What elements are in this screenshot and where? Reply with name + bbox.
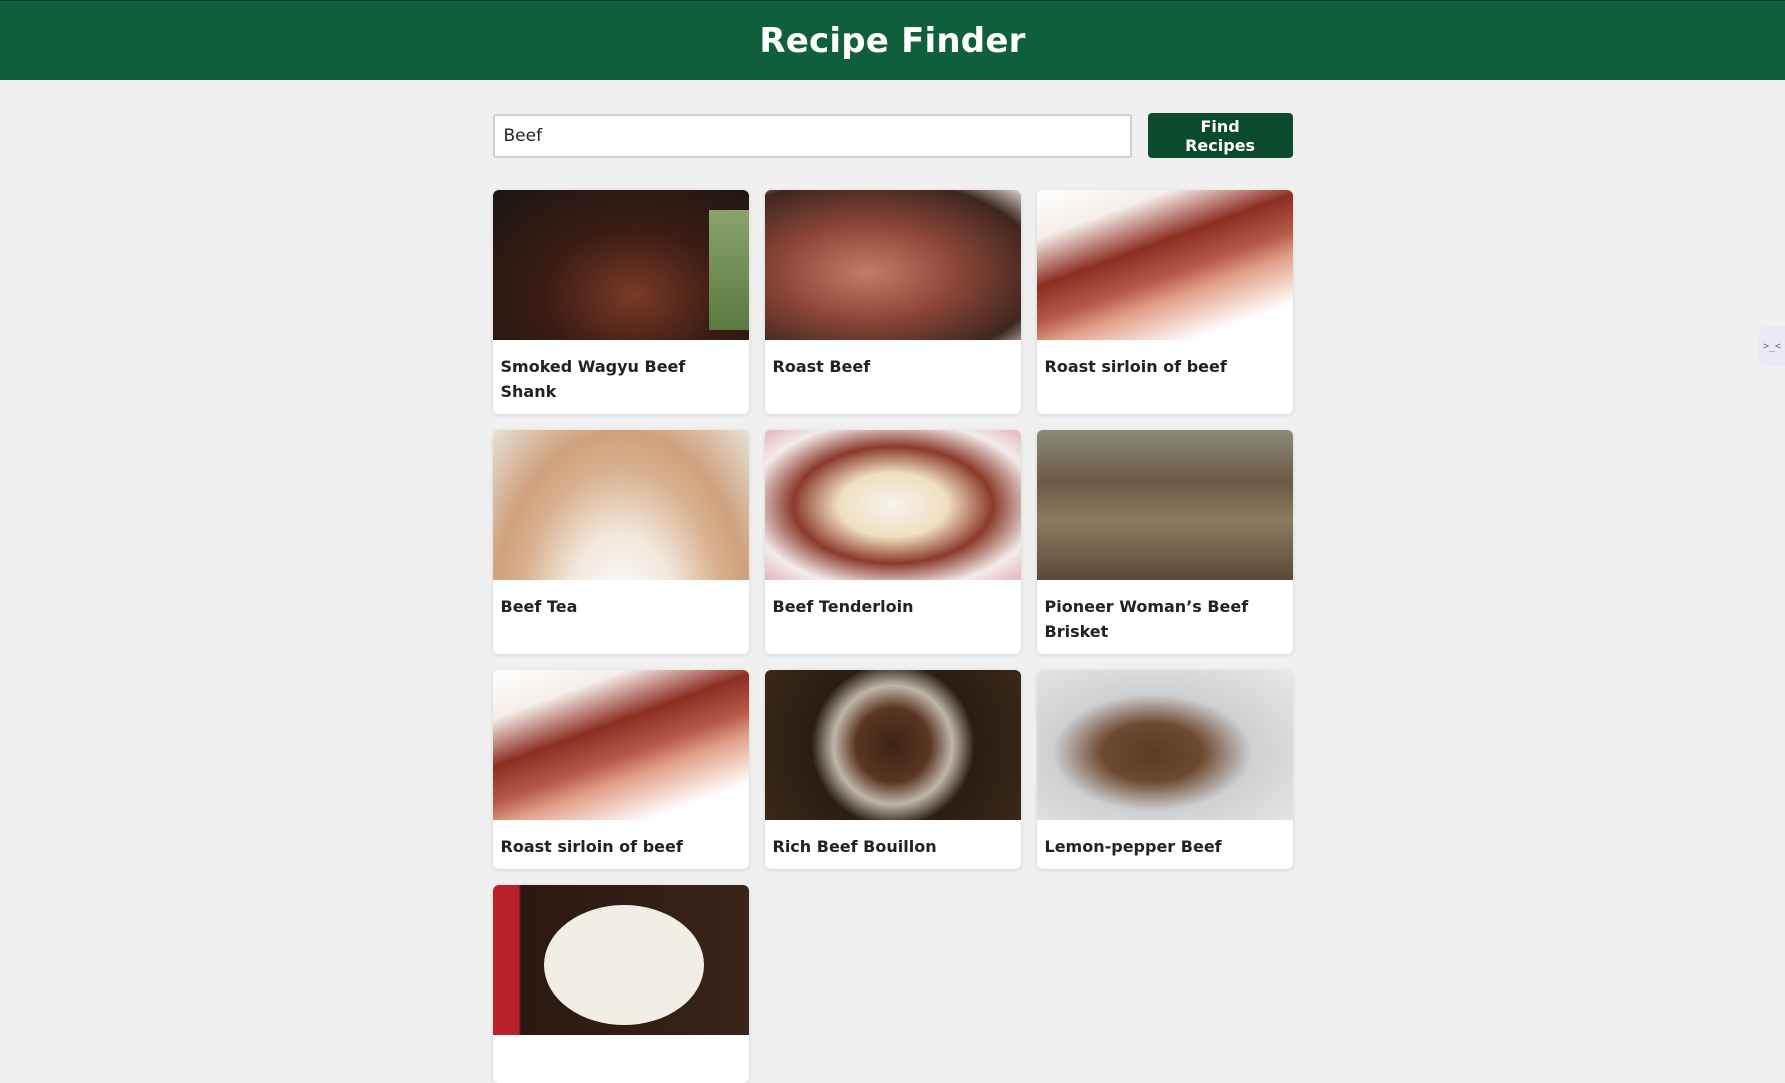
recipe-card[interactable]: Pioneer Woman’s Beef Brisket bbox=[1036, 430, 1293, 654]
recipe-card[interactable] bbox=[492, 885, 749, 1083]
recipe-image bbox=[1036, 430, 1293, 580]
recipe-card[interactable]: Roast sirloin of beef bbox=[492, 670, 749, 869]
extension-side-tab[interactable]: >_< bbox=[1759, 326, 1785, 366]
recipe-card[interactable]: Smoked Wagyu Beef Shank bbox=[492, 190, 749, 414]
recipe-image bbox=[492, 430, 749, 580]
recipe-title: Smoked Wagyu Beef Shank bbox=[500, 357, 686, 401]
recipe-title: Pioneer Woman’s Beef Brisket bbox=[1044, 597, 1249, 641]
recipe-title: Rich Beef Bouillon bbox=[772, 837, 937, 856]
extension-icon: >_< bbox=[1762, 340, 1782, 352]
recipe-card[interactable]: Roast sirloin of beef bbox=[1036, 190, 1293, 414]
recipe-image bbox=[492, 885, 749, 1035]
recipe-card[interactable]: Beef Tea bbox=[492, 430, 749, 654]
recipe-title: Roast Beef bbox=[772, 357, 871, 376]
recipe-card[interactable]: Rich Beef Bouillon bbox=[764, 670, 1021, 869]
recipe-image bbox=[492, 190, 749, 340]
recipe-image bbox=[1036, 670, 1293, 820]
page-title: Recipe Finder bbox=[759, 20, 1026, 61]
recipe-image bbox=[492, 670, 749, 820]
recipe-image bbox=[1036, 190, 1293, 340]
recipe-card[interactable]: Beef Tenderloin bbox=[764, 430, 1021, 654]
recipe-image bbox=[764, 430, 1021, 580]
main-content: Find Recipes Smoked Wagyu Beef Shank Roa… bbox=[492, 80, 1293, 1083]
recipe-title: Beef Tea bbox=[500, 597, 578, 616]
recipe-grid: Smoked Wagyu Beef Shank Roast Beef Roast… bbox=[492, 190, 1293, 1083]
search-input[interactable] bbox=[492, 113, 1132, 158]
recipe-title: Lemon-pepper Beef bbox=[1044, 837, 1222, 856]
recipe-image bbox=[764, 670, 1021, 820]
search-bar: Find Recipes bbox=[492, 113, 1293, 158]
recipe-title bbox=[493, 1035, 749, 1059]
recipe-title: Roast sirloin of beef bbox=[500, 837, 683, 856]
recipe-card[interactable]: Roast Beef bbox=[764, 190, 1021, 414]
recipe-title: Roast sirloin of beef bbox=[1044, 357, 1227, 376]
recipe-image bbox=[764, 190, 1021, 340]
find-recipes-button[interactable]: Find Recipes bbox=[1147, 113, 1293, 158]
app-header: Recipe Finder bbox=[0, 0, 1785, 80]
recipe-title: Beef Tenderloin bbox=[772, 597, 914, 616]
recipe-card[interactable]: Lemon-pepper Beef bbox=[1036, 670, 1293, 869]
